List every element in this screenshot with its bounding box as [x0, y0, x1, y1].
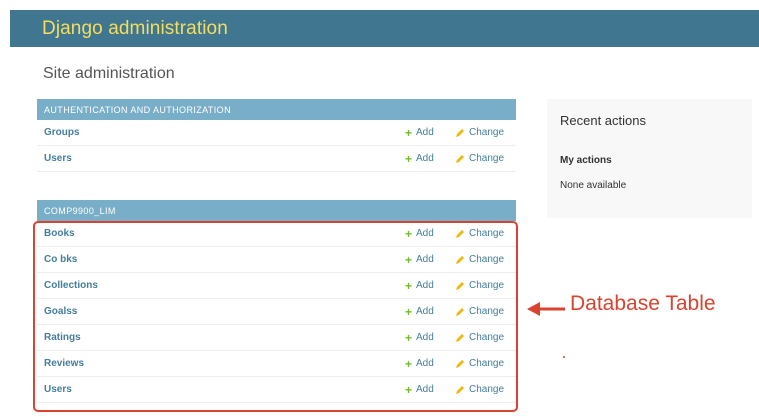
- add-link[interactable]: + Add: [405, 125, 434, 140]
- pencil-icon: [455, 128, 465, 138]
- plus-icon: +: [405, 151, 413, 166]
- add-label: Add: [416, 153, 434, 164]
- model-link-users[interactable]: Users: [44, 153, 72, 164]
- annotation-dot: [563, 356, 565, 358]
- model-link-groups[interactable]: Groups: [44, 127, 80, 138]
- none-available-text: None available: [560, 180, 627, 191]
- module-caption[interactable]: AUTHENTICATION AND AUTHORIZATION: [37, 99, 516, 120]
- my-actions-label: My actions: [560, 155, 612, 166]
- change-link[interactable]: Change: [455, 153, 504, 164]
- table-row: Users + Add Change: [37, 146, 516, 172]
- add-label: Add: [416, 127, 434, 138]
- site-header: Django administration: [10, 10, 759, 47]
- recent-actions-panel: Recent actions My actions None available: [547, 99, 752, 218]
- site-branding[interactable]: Django administration: [42, 18, 228, 40]
- annotation-highlight-box: [33, 221, 518, 412]
- module-caption[interactable]: COMP9900_LIM: [37, 200, 516, 221]
- change-label: Change: [469, 153, 505, 164]
- recent-actions-title: Recent actions: [560, 113, 646, 128]
- annotation-label: Database Table: [570, 292, 716, 315]
- pencil-icon: [455, 154, 465, 164]
- module-authentication-and-authorization: AUTHENTICATION AND AUTHORIZATION Groups …: [37, 99, 516, 172]
- change-link[interactable]: Change: [455, 127, 504, 138]
- left-arrow-icon: [527, 302, 565, 316]
- table-row: Groups + Add Change: [37, 120, 516, 146]
- change-label: Change: [469, 127, 505, 138]
- plus-icon: +: [405, 125, 413, 140]
- add-link[interactable]: + Add: [405, 151, 434, 166]
- page-title: Site administration: [43, 65, 175, 82]
